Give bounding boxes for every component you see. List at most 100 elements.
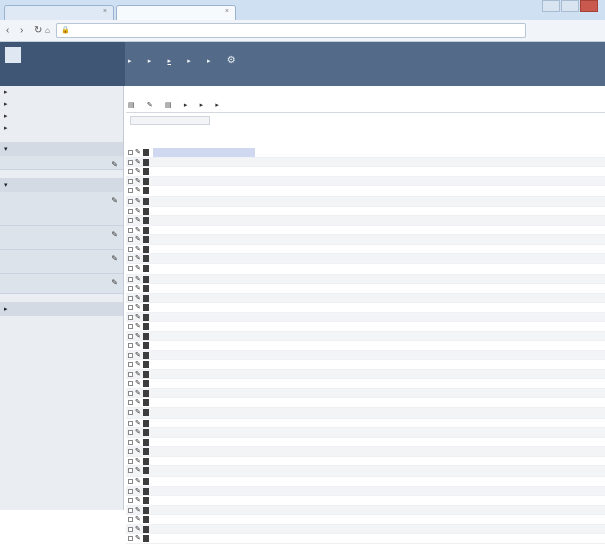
delete-icon[interactable]	[143, 370, 149, 378]
pencil-icon[interactable]: ✎	[135, 370, 141, 378]
sidebar-section-2[interactable]: ▾	[0, 178, 123, 192]
topnav-item-5[interactable]: ▸	[207, 58, 211, 65]
row-checkbox[interactable]	[128, 352, 133, 358]
delete-icon[interactable]	[143, 506, 149, 514]
pencil-icon[interactable]: ✎	[135, 177, 141, 185]
pencil-icon[interactable]: ✎	[135, 419, 141, 427]
pencil-icon[interactable]: ✎	[135, 303, 141, 311]
pencil-icon[interactable]: ✎	[111, 230, 118, 239]
pencil-icon[interactable]: ✎	[135, 148, 141, 156]
pencil-icon[interactable]: ✎	[135, 438, 141, 446]
delete-icon[interactable]	[143, 304, 149, 311]
table-row[interactable]: ✎	[126, 284, 605, 294]
sidebar-link-1[interactable]	[0, 316, 123, 328]
delete-icon[interactable]	[143, 236, 149, 243]
pencil-icon[interactable]: ✎	[135, 294, 141, 302]
row-checkbox[interactable]	[128, 390, 133, 396]
delete-icon[interactable]	[143, 217, 149, 224]
table-row[interactable]: ✎	[126, 186, 605, 197]
delete-icon[interactable]	[143, 535, 149, 542]
toolbar-item-3[interactable]: ▤	[165, 102, 172, 109]
row-checkbox[interactable]	[128, 208, 133, 214]
delete-icon[interactable]	[143, 361, 149, 368]
delete-icon[interactable]	[143, 177, 149, 185]
pencil-icon[interactable]: ✎	[111, 278, 118, 287]
row-checkbox[interactable]	[128, 371, 133, 377]
table-row[interactable]: ✎	[126, 157, 605, 167]
pencil-icon[interactable]: ✎	[135, 284, 141, 292]
gear-icon[interactable]: ⚙	[227, 55, 236, 66]
delete-icon[interactable]	[143, 497, 149, 504]
row-checkbox[interactable]	[128, 517, 133, 522]
delete-icon[interactable]	[143, 429, 149, 436]
topnav-item-4[interactable]: ▸	[187, 58, 191, 65]
sidebar-group-1[interactable]: ✎	[0, 156, 123, 170]
pencil-icon[interactable]: ✎	[135, 197, 141, 205]
pencil-icon[interactable]: ✎	[135, 466, 141, 474]
row-checkbox[interactable]	[128, 430, 133, 435]
delete-icon[interactable]	[143, 487, 149, 495]
delete-icon[interactable]	[143, 168, 149, 175]
table-row[interactable]: ✎	[126, 360, 605, 370]
row-checkbox[interactable]	[128, 409, 133, 415]
url-field[interactable]: 🔒	[56, 23, 526, 38]
row-checkbox[interactable]	[128, 488, 133, 494]
sidebar-section-1[interactable]: ▾	[0, 142, 123, 156]
sidebar-item-1[interactable]: ▸	[0, 86, 123, 98]
row-checkbox[interactable]	[128, 343, 133, 348]
delete-icon[interactable]	[143, 187, 149, 194]
row-checkbox[interactable]	[128, 420, 133, 426]
table-row[interactable]: ✎	[126, 466, 605, 477]
row-checkbox[interactable]	[128, 458, 133, 464]
row-checkbox[interactable]	[128, 333, 133, 339]
toolbar-item-2[interactable]: ✎	[147, 102, 153, 109]
delete-icon[interactable]	[143, 198, 149, 205]
table-row[interactable]: ✎	[126, 207, 605, 216]
table-row[interactable]: ✎	[126, 447, 605, 457]
pencil-icon[interactable]: ✎	[135, 322, 141, 330]
table-row[interactable]: ✎	[126, 428, 605, 438]
table-row[interactable]: ✎	[126, 398, 605, 408]
row-checkbox[interactable]	[128, 362, 133, 367]
table-row[interactable]: ✎	[126, 235, 605, 245]
pencil-icon[interactable]: ✎	[135, 245, 141, 253]
row-checkbox[interactable]	[128, 305, 133, 310]
row-checkbox[interactable]	[128, 169, 133, 174]
toolbar-item-1[interactable]: ▤	[128, 102, 135, 109]
row-checkbox[interactable]	[128, 199, 133, 204]
row-checkbox[interactable]	[128, 295, 133, 301]
toolbar-item-4[interactable]: ▸	[184, 102, 188, 109]
delete-icon[interactable]	[143, 408, 149, 416]
close-window-button[interactable]	[580, 0, 598, 12]
delete-icon[interactable]	[143, 389, 149, 397]
row-checkbox[interactable]	[128, 256, 133, 261]
row-checkbox[interactable]	[128, 526, 133, 532]
back-arrow-icon[interactable]: ‹	[6, 25, 9, 36]
table-row[interactable]: ✎	[126, 350, 605, 360]
close-icon[interactable]: ×	[103, 8, 107, 15]
delete-icon[interactable]	[143, 342, 149, 349]
table-row[interactable]: ✎	[126, 167, 605, 177]
pencil-icon[interactable]: ✎	[135, 534, 141, 542]
delete-icon[interactable]	[143, 399, 149, 406]
pencil-icon[interactable]: ✎	[135, 379, 141, 387]
row-checkbox[interactable]	[128, 237, 133, 242]
table-row[interactable]: ✎	[126, 534, 605, 544]
row-checkbox[interactable]	[128, 159, 133, 165]
table-row[interactable]: ✎	[126, 197, 605, 207]
sidebar-item-4[interactable]: ▸	[0, 122, 123, 134]
row-checkbox[interactable]	[128, 507, 133, 513]
pencil-icon[interactable]: ✎	[135, 332, 141, 340]
pencil-icon[interactable]: ✎	[135, 275, 141, 283]
pencil-icon[interactable]: ✎	[135, 264, 141, 272]
topnav-item-active[interactable]: ▸	[168, 58, 172, 65]
pencil-icon[interactable]: ✎	[135, 398, 141, 406]
row-checkbox[interactable]	[128, 314, 133, 320]
browser-tab-2[interactable]: ×	[116, 5, 236, 20]
pencil-icon[interactable]: ✎	[135, 351, 141, 359]
table-row[interactable]: ✎	[126, 274, 605, 284]
pencil-icon[interactable]: ✎	[135, 360, 141, 368]
table-row[interactable]: ✎	[126, 264, 605, 275]
table-row[interactable]: ✎	[126, 524, 605, 534]
pencil-icon[interactable]: ✎	[111, 254, 118, 263]
